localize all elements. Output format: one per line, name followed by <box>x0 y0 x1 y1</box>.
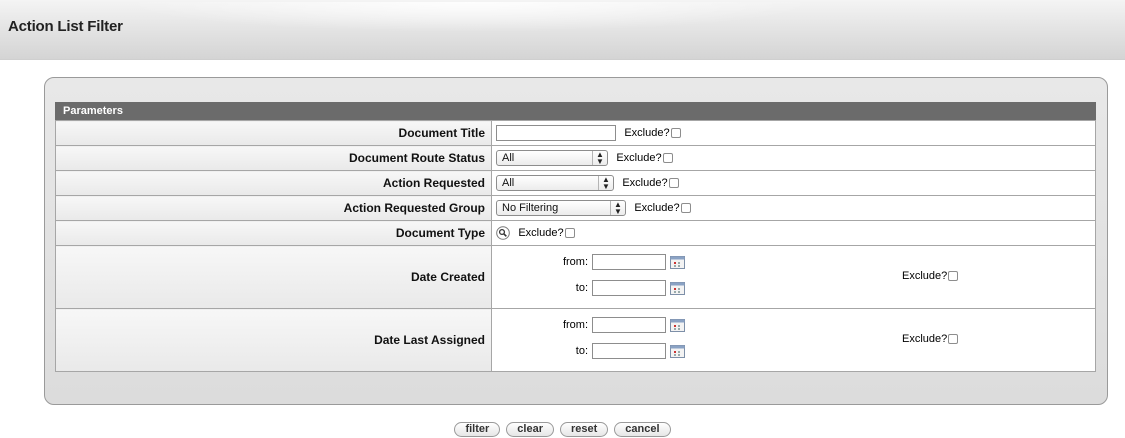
document-title-input[interactable] <box>496 125 616 141</box>
calendar-icon[interactable] <box>670 281 685 295</box>
page-title: Action List Filter <box>8 18 123 35</box>
document-type-exclude-checkbox[interactable] <box>564 228 575 239</box>
calendar-icon[interactable] <box>670 318 685 332</box>
parameters-table: Document Title Exclude? Document Route S… <box>55 120 1096 372</box>
route-status-exclude-checkbox[interactable] <box>662 153 673 163</box>
document-title-exclude-checkbox[interactable] <box>670 128 681 138</box>
magnifier-icon[interactable] <box>496 226 510 241</box>
exclude-label: Exclude? <box>622 177 668 189</box>
route-status-select[interactable]: All ▲ ▼ <box>496 150 608 166</box>
action-requested-select[interactable]: All ▲ ▼ <box>496 175 614 191</box>
exclude-label: Exclude? <box>634 202 680 214</box>
select-arrows-icon: ▲ ▼ <box>592 151 607 166</box>
action-requested-group-select[interactable]: No Filtering ▲ ▼ <box>496 200 626 216</box>
row-document-title: Document Title Exclude? <box>55 120 1096 146</box>
section-header: Parameters <box>55 102 1096 120</box>
exclude-label: Exclude? <box>902 333 948 345</box>
date-last-assigned-to-input[interactable] <box>592 343 666 359</box>
document-title-label: Document Title <box>55 120 492 146</box>
to-label: to: <box>575 345 588 357</box>
calendar-icon[interactable] <box>670 255 685 269</box>
clear-button[interactable]: clear <box>506 422 554 437</box>
action-requested-label: Action Requested <box>55 170 492 196</box>
row-action-requested-group: Action Requested Group No Filtering ▲ ▼ E… <box>55 195 1096 221</box>
exclude-label: Exclude? <box>902 270 948 282</box>
to-label: to: <box>575 282 588 294</box>
row-date-created: Date Created from: to: Exclude? <box>55 245 1096 309</box>
date-created-label: Date Created <box>55 245 492 309</box>
cancel-button[interactable]: cancel <box>614 422 671 437</box>
action-requested-group-value: No Filtering <box>502 202 559 214</box>
row-route-status: Document Route Status All ▲ ▼ Exclude? <box>55 145 1096 171</box>
date-created-to-input[interactable] <box>592 280 666 296</box>
date-last-assigned-label: Date Last Assigned <box>55 308 492 372</box>
header-decoration <box>120 2 820 32</box>
from-label: from: <box>562 319 588 331</box>
from-label: from: <box>562 256 588 268</box>
action-requested-group-exclude-checkbox[interactable] <box>680 203 691 213</box>
filter-button[interactable]: filter <box>454 422 501 437</box>
row-action-requested: Action Requested All ▲ ▼ Exclude? <box>55 170 1096 196</box>
exclude-label: Exclude? <box>616 152 662 164</box>
date-created-exclude-checkbox[interactable] <box>948 271 959 282</box>
page-header: Action List Filter <box>0 0 1125 60</box>
action-requested-exclude-checkbox[interactable] <box>668 178 679 188</box>
calendar-icon[interactable] <box>670 344 685 358</box>
parameters-panel: Parameters Document Title Exclude? Docum… <box>44 77 1108 405</box>
row-document-type: Document Type Exclude? <box>55 220 1096 246</box>
date-created-from-input[interactable] <box>592 254 666 270</box>
reset-button[interactable]: reset <box>560 422 609 437</box>
exclude-label: Exclude? <box>518 227 564 240</box>
date-last-assigned-exclude-checkbox[interactable] <box>948 334 959 345</box>
action-requested-group-label: Action Requested Group <box>55 195 492 221</box>
exclude-label: Exclude? <box>624 127 670 139</box>
route-status-value: All <box>502 152 515 164</box>
route-status-label: Document Route Status <box>55 145 492 171</box>
button-bar: filter clear reset cancel <box>0 422 1125 437</box>
select-arrows-icon: ▲ ▼ <box>610 201 625 216</box>
action-requested-value: All <box>502 177 515 189</box>
row-date-last-assigned: Date Last Assigned from: to: Exclude? <box>55 308 1096 372</box>
document-type-label: Document Type <box>55 220 492 246</box>
select-arrows-icon: ▲ ▼ <box>598 176 613 191</box>
date-last-assigned-from-input[interactable] <box>592 317 666 333</box>
